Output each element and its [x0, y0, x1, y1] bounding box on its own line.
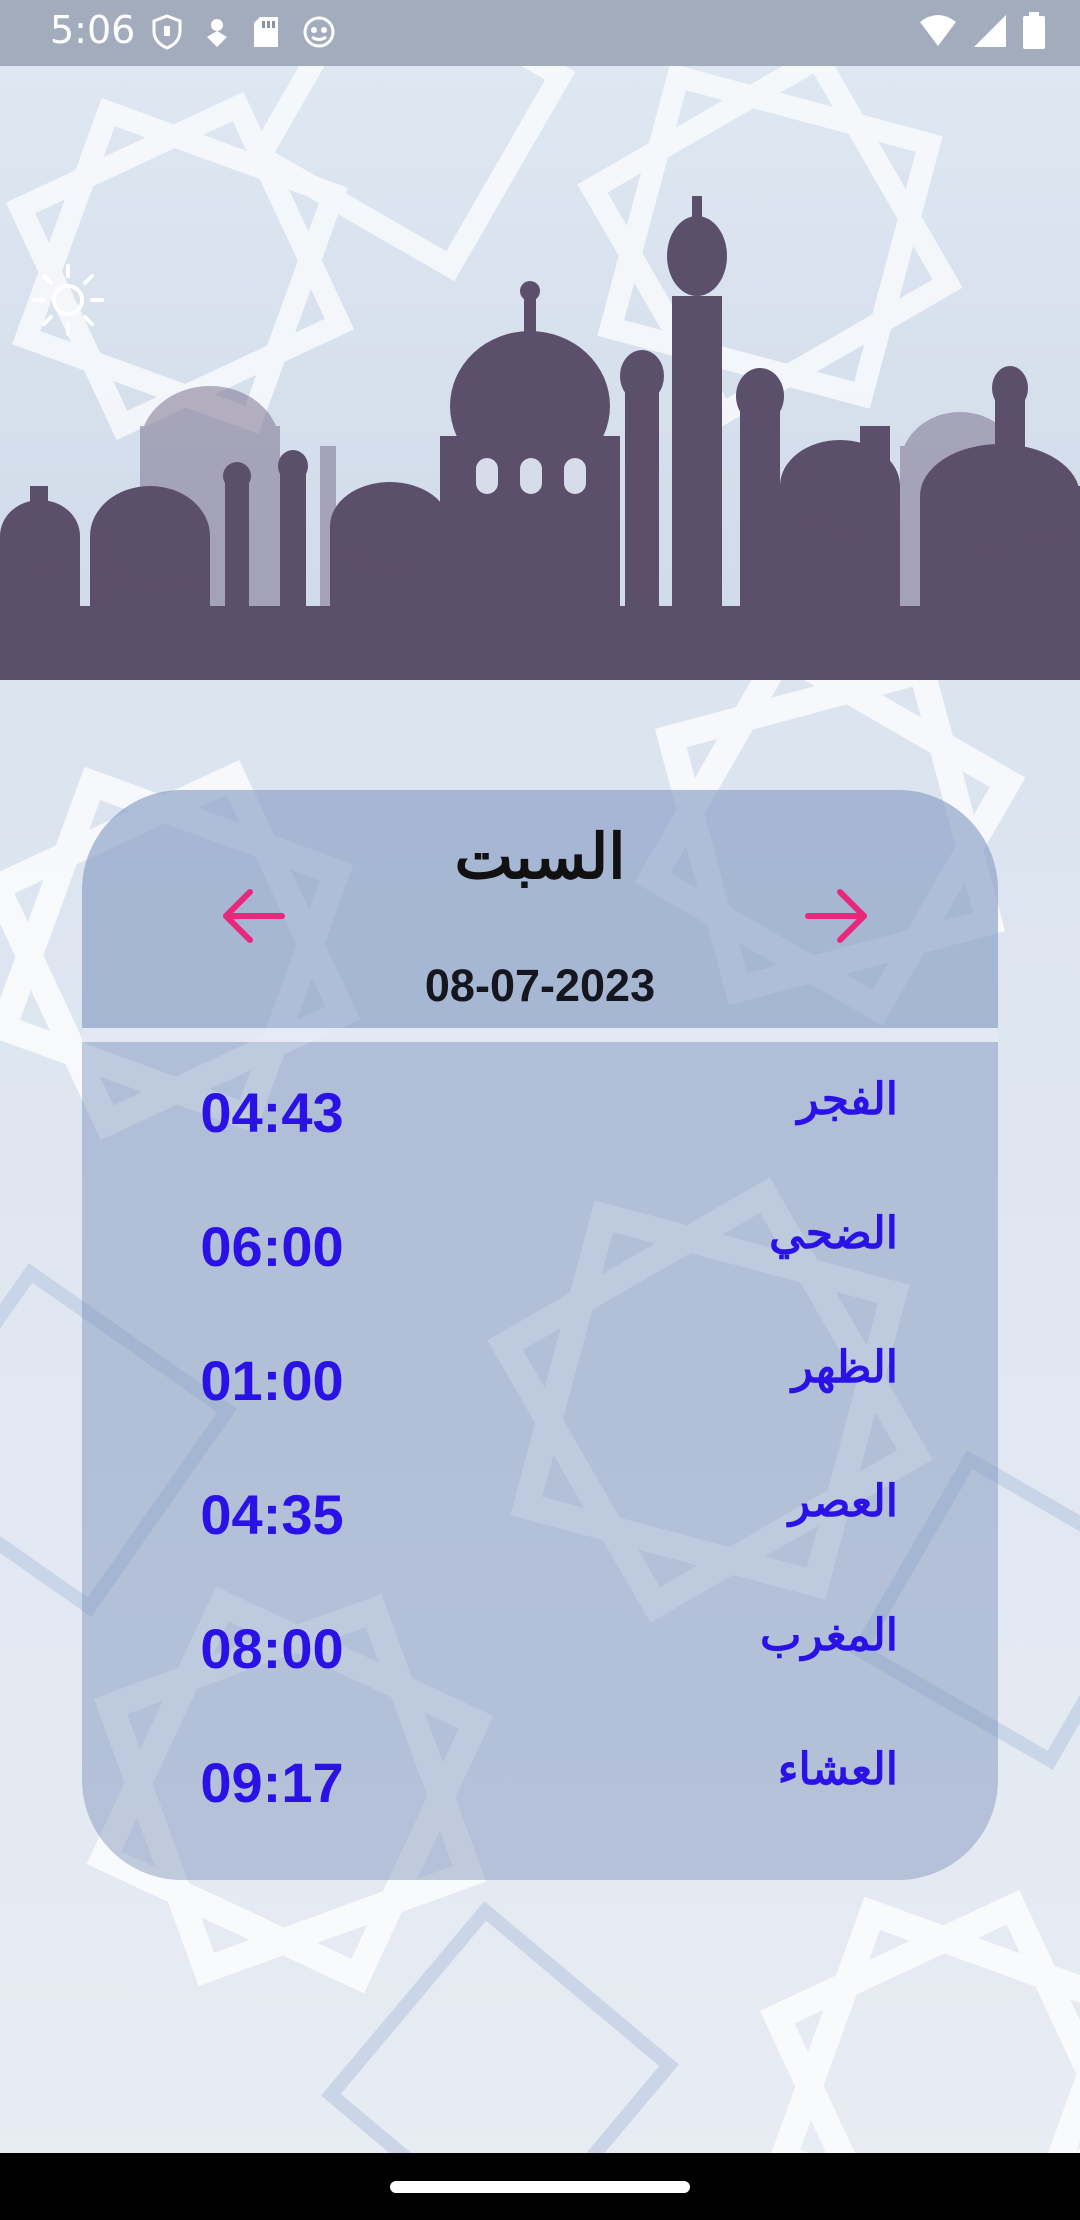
status-time: 5:06: [50, 8, 136, 52]
prayer-row-fajr: 04:43 الفجر: [82, 1042, 998, 1176]
navigation-bar: [0, 2153, 1080, 2220]
prayer-name: الفجر: [797, 1074, 898, 1125]
shield-icon: [152, 14, 182, 50]
prayer-name: الضحي: [769, 1208, 898, 1259]
prayer-list: 04:43 الفجر 06:00 الضحي 01:00 الظهر 04:3…: [82, 1042, 998, 1880]
prayer-time: 06:00: [200, 1215, 344, 1278]
sd-card-icon: [254, 17, 278, 47]
wifi-icon: [920, 15, 956, 46]
prayer-row-maghrib: 08:00 المغرب: [82, 1578, 998, 1712]
prayer-time: 09:17: [200, 1751, 344, 1814]
previous-day-button[interactable]: [212, 876, 292, 956]
face-icon: [303, 16, 335, 48]
prayer-row-dhuhr: 01:00 الظهر: [82, 1310, 998, 1444]
header-banner: [0, 66, 1080, 680]
prayer-time: 08:00: [200, 1617, 344, 1680]
notification-icons: [152, 14, 336, 50]
divider: [82, 1028, 998, 1042]
battery-icon: [1023, 12, 1045, 49]
next-day-button[interactable]: [798, 876, 878, 956]
prayer-times-card: السبت 08-07-2023 04:43 الفجر 06:00 الضحي…: [82, 790, 998, 1880]
brightness-toggle-button[interactable]: [30, 262, 106, 338]
date-label: 08-07-2023: [424, 960, 656, 1011]
system-icons: [918, 12, 1046, 50]
mosque-illustration: [0, 66, 1080, 680]
status-bar: 5:06: [0, 0, 1080, 66]
home-gesture-handle[interactable]: [390, 2181, 690, 2193]
prayer-time: 04:35: [200, 1483, 344, 1546]
prayer-time: 01:00: [200, 1349, 344, 1412]
prayer-name: العشاء: [777, 1744, 898, 1795]
prayer-row-isha: 09:17 العشاء: [82, 1712, 998, 1846]
arrow-right-icon: [805, 889, 867, 943]
sun-icon: [32, 264, 104, 336]
arrow-left-icon: [223, 889, 285, 943]
prayer-name: المغرب: [760, 1610, 898, 1661]
prayer-name: العصر: [788, 1476, 898, 1527]
day-header: السبت 08-07-2023: [82, 790, 998, 1028]
prayer-row-asr: 04:35 العصر: [82, 1444, 998, 1578]
location-icon: [207, 19, 227, 47]
signal-icon: [974, 15, 1006, 47]
prayer-row-duha: 06:00 الضحي: [82, 1176, 998, 1310]
prayer-name: الظهر: [791, 1342, 898, 1393]
prayer-time: 04:43: [200, 1081, 344, 1144]
